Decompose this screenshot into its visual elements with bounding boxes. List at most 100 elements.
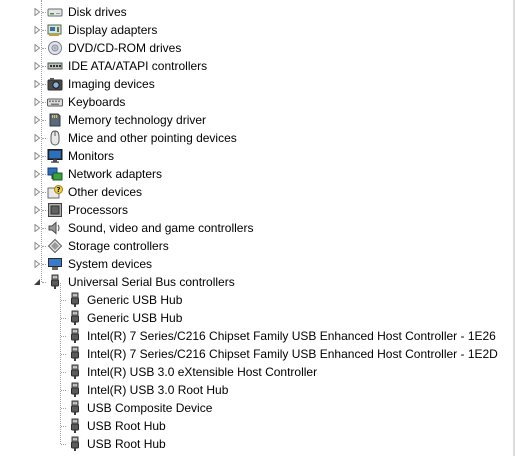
usb-plug-icon [67, 346, 83, 362]
tree-branch-line [42, 120, 46, 121]
expand-arrow-icon[interactable] [33, 260, 41, 268]
usb-device-label: Intel(R) 7 Series/C216 Chipset Family US… [87, 329, 496, 343]
usb-plug-icon [67, 364, 83, 380]
category-label: System devices [68, 257, 153, 271]
category-label: DVD/CD-ROM drives [68, 41, 182, 55]
category-processors[interactable]: Processors [0, 201, 510, 219]
category-system-devices[interactable]: System devices [0, 255, 510, 273]
expand-arrow-icon[interactable] [33, 98, 41, 106]
category-label: Disk drives [68, 5, 127, 19]
category-label: Sound, video and game controllers [68, 221, 254, 235]
collapse-arrow-icon[interactable] [33, 278, 41, 286]
category-storage-controllers[interactable]: Storage controllers [0, 237, 510, 255]
expand-arrow-icon[interactable] [33, 152, 41, 160]
category-other-devices[interactable]: ? Other devices [0, 183, 510, 201]
disk-drive-icon [47, 4, 63, 20]
monitor-icon [47, 148, 63, 164]
category-imaging-devices[interactable]: Imaging devices [0, 75, 510, 93]
category-dvd-cd-rom-drives[interactable]: DVD/CD-ROM drives [0, 39, 510, 57]
tree-branch-line [61, 354, 66, 355]
usb-device-label: USB Composite Device [87, 401, 213, 415]
expand-arrow-icon[interactable] [33, 134, 41, 142]
category-label: Mice and other pointing devices [68, 131, 237, 145]
usb-device-item[interactable]: Intel(R) 7 Series/C216 Chipset Family US… [0, 345, 510, 363]
category-label: Monitors [68, 149, 115, 163]
tree-branch-line [42, 264, 46, 265]
system-device-icon [47, 256, 63, 272]
tree-branch-line [42, 174, 46, 175]
expand-arrow-icon[interactable] [33, 8, 41, 16]
expand-arrow-icon[interactable] [33, 26, 41, 34]
tree-branch-line [42, 210, 46, 211]
tree-branch-line [42, 156, 46, 157]
expand-arrow-icon[interactable] [33, 242, 41, 250]
network-adapter-icon [47, 166, 63, 182]
tree-branch-line [42, 30, 46, 31]
tree-branch-line [42, 48, 46, 49]
usb-device-label: Generic USB Hub [87, 293, 183, 307]
usb-plug-icon [67, 418, 83, 434]
category-universal-serial-bus-controllers[interactable]: Universal Serial Bus controllers [0, 273, 510, 291]
expand-arrow-icon[interactable] [33, 224, 41, 232]
usb-plug-icon [67, 400, 83, 416]
mouse-icon [47, 130, 63, 146]
expand-arrow-icon[interactable] [33, 80, 41, 88]
usb-device-item[interactable]: USB Root Hub [0, 435, 510, 453]
expand-arrow-icon[interactable] [33, 206, 41, 214]
tree-branch-line [42, 138, 46, 139]
expand-arrow-icon[interactable] [33, 44, 41, 52]
tree-branch-line [42, 282, 46, 283]
imaging-device-icon [47, 76, 63, 92]
tree-branch-line [42, 102, 46, 103]
usb-device-item[interactable]: Intel(R) USB 3.0 eXtensible Host Control… [0, 363, 510, 381]
tree-branch-line [42, 192, 46, 193]
processor-icon [47, 202, 63, 218]
category-mice-and-other-pointing-devices[interactable]: Mice and other pointing devices [0, 129, 510, 147]
usb-plug-icon [67, 328, 83, 344]
expand-arrow-icon[interactable] [33, 170, 41, 178]
usb-device-label: Generic USB Hub [87, 311, 183, 325]
category-sound-video-and-game-controllers[interactable]: Sound, video and game controllers [0, 219, 510, 237]
usb-device-item[interactable]: Intel(R) 7 Series/C216 Chipset Family US… [0, 327, 510, 345]
category-label: Processors [68, 203, 129, 217]
usb-device-label: USB Root Hub [87, 437, 166, 451]
device-tree: Disk drives Display adapters DVD/CD-ROM dr… [0, 0, 515, 456]
unknown-device-icon: ? [47, 184, 63, 200]
category-label: Other devices [68, 185, 143, 199]
tree-branch-line [42, 66, 46, 67]
tree-branch-line [61, 318, 66, 319]
usb-device-item[interactable]: Generic USB Hub [0, 291, 510, 309]
category-ide-ata-atapi-controllers[interactable]: IDE ATA/ATAPI controllers [0, 57, 510, 75]
expand-arrow-icon[interactable] [33, 116, 41, 124]
usb-device-item[interactable]: USB Composite Device [0, 399, 510, 417]
tree-branch-line [61, 408, 66, 409]
usb-device-item[interactable]: Intel(R) USB 3.0 Root Hub [0, 381, 510, 399]
category-label: Display adapters [68, 23, 158, 37]
tree-branch-line [61, 372, 66, 373]
tree-branch-line [42, 246, 46, 247]
usb-device-item[interactable]: USB Root Hub [0, 417, 510, 435]
category-label: IDE ATA/ATAPI controllers [68, 59, 208, 73]
category-display-adapters[interactable]: Display adapters [0, 21, 510, 39]
memory-card-icon [47, 112, 63, 128]
category-monitors[interactable]: Monitors [0, 147, 510, 165]
tree-branch-line [61, 336, 66, 337]
expand-arrow-icon[interactable] [33, 188, 41, 196]
usb-device-label: Intel(R) USB 3.0 eXtensible Host Control… [87, 365, 318, 379]
usb-device-item[interactable]: Generic USB Hub [0, 309, 510, 327]
category-label: Keyboards [68, 95, 126, 109]
usb-device-label: Intel(R) USB 3.0 Root Hub [87, 383, 229, 397]
tree-branch-line [61, 444, 66, 445]
expand-arrow-icon[interactable] [33, 62, 41, 70]
category-memory-technology-driver[interactable]: Memory technology driver [0, 111, 510, 129]
category-label: Universal Serial Bus controllers [68, 275, 235, 289]
keyboard-icon [47, 94, 63, 110]
tree-branch-line [42, 228, 46, 229]
category-disk-drives[interactable]: Disk drives [0, 3, 510, 21]
usb-plug-icon [67, 382, 83, 398]
dvd-drive-icon [47, 40, 63, 56]
svg-text:?: ? [56, 186, 60, 194]
tree-branch-line [61, 300, 66, 301]
category-keyboards[interactable]: Keyboards [0, 93, 510, 111]
category-network-adapters[interactable]: Network adapters [0, 165, 510, 183]
